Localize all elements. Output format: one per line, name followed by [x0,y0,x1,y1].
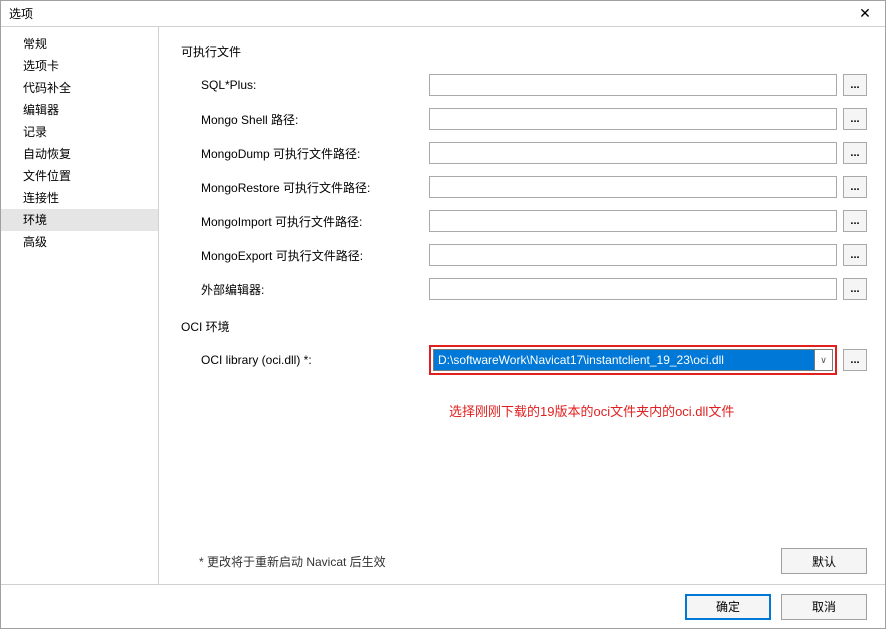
combo-oci[interactable]: D:\softwareWork\Navicat17\instantclient_… [433,349,833,371]
label-externaleditor: 外部编辑器: [181,281,429,298]
browse-mongorestore[interactable]: ... [843,176,867,198]
sidebar-item-autorecovery[interactable]: 自动恢复 [1,143,158,165]
main-panel: 可执行文件 SQL*Plus: ... Mongo Shell 路径: ... … [159,27,885,584]
annotation-highlight-box: D:\softwareWork\Navicat17\instantclient_… [429,345,837,375]
footer: 确定 取消 [1,584,885,628]
label-mongoexport: MongoExport 可执行文件路径: [181,247,429,264]
label-oci: OCI library (oci.dll) *: [181,353,429,367]
sidebar-item-tabs[interactable]: 选项卡 [1,55,158,77]
default-button[interactable]: 默认 [781,548,867,574]
row-mongoexport: MongoExport 可执行文件路径: ... [181,244,867,266]
browse-sqlplus[interactable]: ... [843,74,867,96]
input-mongoshell[interactable] [429,108,837,130]
titlebar: 选项 ✕ [1,1,885,27]
body: 常规 选项卡 代码补全 编辑器 记录 自动恢复 文件位置 连接性 环境 高级 可… [1,27,885,584]
browse-mongodump[interactable]: ... [843,142,867,164]
sidebar-item-records[interactable]: 记录 [1,121,158,143]
row-externaleditor: 外部编辑器: ... [181,278,867,300]
close-icon: ✕ [859,5,871,22]
input-mongoexport[interactable] [429,244,837,266]
row-mongorestore: MongoRestore 可执行文件路径: ... [181,176,867,198]
combo-oci-value: D:\softwareWork\Navicat17\instantclient_… [434,350,814,370]
chevron-down-icon[interactable]: ∨ [814,350,832,370]
row-oci: OCI library (oci.dll) *: D:\softwareWork… [181,349,867,371]
input-sqlplus[interactable] [429,74,837,96]
browse-mongoimport[interactable]: ... [843,210,867,232]
label-mongoimport: MongoImport 可执行文件路径: [181,213,429,230]
label-mongodump: MongoDump 可执行文件路径: [181,145,429,162]
label-mongoshell: Mongo Shell 路径: [181,111,429,128]
cancel-button[interactable]: 取消 [781,594,867,620]
annotation-text: 选择刚刚下载的19版本的oci文件夹内的oci.dll文件 [449,401,867,420]
row-mongodump: MongoDump 可执行文件路径: ... [181,142,867,164]
section-title-oci: OCI 环境 [181,318,867,335]
sidebar-item-completion[interactable]: 代码补全 [1,77,158,99]
sidebar-item-filelocations[interactable]: 文件位置 [1,165,158,187]
row-mongoshell: Mongo Shell 路径: ... [181,108,867,130]
ok-button[interactable]: 确定 [685,594,771,620]
row-sqlplus: SQL*Plus: ... [181,74,867,96]
input-externaleditor[interactable] [429,278,837,300]
sidebar-item-general[interactable]: 常规 [1,33,158,55]
browse-mongoexport[interactable]: ... [843,244,867,266]
browse-mongoshell[interactable]: ... [843,108,867,130]
browse-oci[interactable]: ... [843,349,867,371]
options-window: 选项 ✕ 常规 选项卡 代码补全 编辑器 记录 自动恢复 文件位置 连接性 环境… [0,0,886,629]
sidebar-item-editor[interactable]: 编辑器 [1,99,158,121]
row-mongoimport: MongoImport 可执行文件路径: ... [181,210,867,232]
input-mongodump[interactable] [429,142,837,164]
window-title: 选项 [9,5,33,22]
input-mongoimport[interactable] [429,210,837,232]
section-title-exec: 可执行文件 [181,43,867,60]
sidebar-item-connectivity[interactable]: 连接性 [1,187,158,209]
footnote: * 更改将于重新启动 Navicat 后生效 [199,553,386,570]
label-sqlplus: SQL*Plus: [181,78,429,92]
close-button[interactable]: ✕ [845,1,885,26]
input-mongorestore[interactable] [429,176,837,198]
sidebar-item-environment[interactable]: 环境 [1,209,158,231]
browse-externaleditor[interactable]: ... [843,278,867,300]
sidebar-item-advanced[interactable]: 高级 [1,231,158,253]
sidebar: 常规 选项卡 代码补全 编辑器 记录 自动恢复 文件位置 连接性 环境 高级 [1,27,159,584]
label-mongorestore: MongoRestore 可执行文件路径: [181,179,429,196]
